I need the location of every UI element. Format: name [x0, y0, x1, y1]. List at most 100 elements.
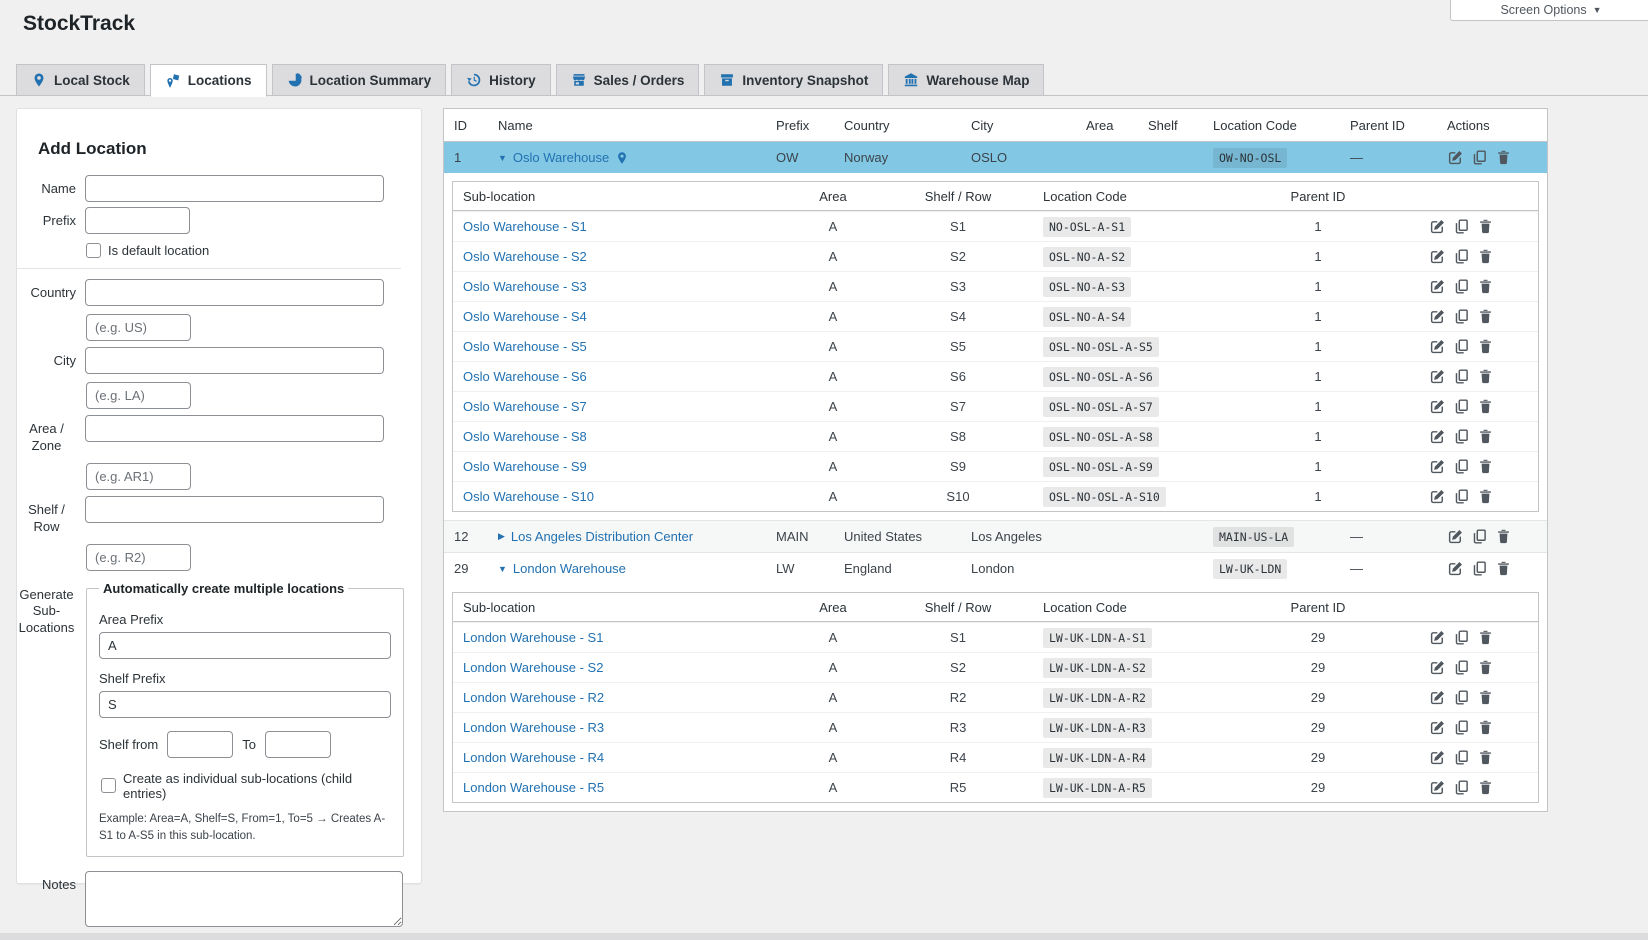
sublocation-name-link[interactable]: London Warehouse - S1 — [463, 630, 603, 645]
trash-icon[interactable] — [1477, 338, 1494, 355]
trash-icon[interactable] — [1477, 308, 1494, 325]
prefix-field[interactable] — [85, 207, 190, 234]
sublocation-name-link[interactable]: Oslo Warehouse - S1 — [463, 219, 587, 234]
trash-icon[interactable] — [1477, 398, 1494, 415]
copy-icon[interactable] — [1453, 659, 1470, 676]
tab-inventory-snapshot[interactable]: Inventory Snapshot — [704, 64, 883, 96]
area-prefix-field[interactable] — [99, 632, 391, 659]
trash-icon[interactable] — [1477, 278, 1494, 295]
copy-icon[interactable] — [1471, 528, 1488, 545]
sublocation-name-link[interactable]: London Warehouse - R2 — [463, 690, 604, 705]
shelf-code-field[interactable] — [86, 544, 191, 571]
screen-options-button[interactable]: Screen Options ▼ — [1450, 0, 1648, 21]
area-zone-field[interactable] — [85, 415, 384, 442]
trash-icon[interactable] — [1477, 659, 1494, 676]
country-code-field[interactable] — [86, 314, 191, 341]
sublocation-name-link[interactable]: London Warehouse - R4 — [463, 750, 604, 765]
location-name-link[interactable]: Oslo Warehouse — [513, 150, 609, 165]
location-name-link[interactable]: London Warehouse — [513, 561, 626, 576]
trash-icon[interactable] — [1495, 560, 1512, 577]
sublocation-name-link[interactable]: Oslo Warehouse - S5 — [463, 339, 587, 354]
copy-icon[interactable] — [1453, 749, 1470, 766]
area-code-field[interactable] — [86, 463, 191, 490]
trash-icon[interactable] — [1477, 488, 1494, 505]
shelf-prefix-field[interactable] — [99, 691, 391, 718]
copy-icon[interactable] — [1453, 779, 1470, 796]
edit-icon[interactable] — [1429, 248, 1446, 265]
copy-icon[interactable] — [1453, 218, 1470, 235]
copy-icon[interactable] — [1453, 458, 1470, 475]
copy-icon[interactable] — [1453, 428, 1470, 445]
expand-caret-icon[interactable]: ▶ — [498, 531, 505, 542]
shelf-row-field[interactable] — [85, 496, 384, 523]
edit-icon[interactable] — [1429, 719, 1446, 736]
trash-icon[interactable] — [1477, 629, 1494, 646]
edit-icon[interactable] — [1429, 398, 1446, 415]
trash-icon[interactable] — [1495, 149, 1512, 166]
tab-locations[interactable]: Locations — [150, 64, 267, 97]
edit-icon[interactable] — [1429, 428, 1446, 445]
copy-icon[interactable] — [1453, 398, 1470, 415]
edit-icon[interactable] — [1429, 488, 1446, 505]
copy-icon[interactable] — [1453, 248, 1470, 265]
tab-sales-orders[interactable]: Sales / Orders — [556, 64, 700, 96]
copy-icon[interactable] — [1453, 278, 1470, 295]
sublocation-name-link[interactable]: Oslo Warehouse - S6 — [463, 369, 587, 384]
edit-icon[interactable] — [1429, 218, 1446, 235]
country-field[interactable] — [85, 279, 384, 306]
is-default-checkbox[interactable] — [86, 243, 101, 258]
edit-icon[interactable] — [1429, 338, 1446, 355]
tab-history[interactable]: History — [451, 64, 551, 96]
copy-icon[interactable] — [1453, 629, 1470, 646]
edit-icon[interactable] — [1429, 278, 1446, 295]
copy-icon[interactable] — [1471, 149, 1488, 166]
name-field[interactable] — [85, 175, 384, 202]
copy-icon[interactable] — [1453, 308, 1470, 325]
sublocation-name-link[interactable]: Oslo Warehouse - S9 — [463, 459, 587, 474]
shelf-from-field[interactable] — [167, 731, 233, 758]
sublocation-name-link[interactable]: Oslo Warehouse - S4 — [463, 309, 587, 324]
copy-icon[interactable] — [1453, 338, 1470, 355]
edit-icon[interactable] — [1429, 308, 1446, 325]
copy-icon[interactable] — [1471, 560, 1488, 577]
edit-icon[interactable] — [1429, 749, 1446, 766]
trash-icon[interactable] — [1477, 218, 1494, 235]
trash-icon[interactable] — [1477, 749, 1494, 766]
sublocation-name-link[interactable]: Oslo Warehouse - S8 — [463, 429, 587, 444]
edit-icon[interactable] — [1429, 368, 1446, 385]
edit-icon[interactable] — [1447, 528, 1464, 545]
sublocation-name-link[interactable]: Oslo Warehouse - S7 — [463, 399, 587, 414]
edit-icon[interactable] — [1429, 629, 1446, 646]
trash-icon[interactable] — [1477, 368, 1494, 385]
notes-field[interactable] — [85, 871, 403, 927]
individual-sublocations-checkbox[interactable] — [101, 778, 116, 793]
copy-icon[interactable] — [1453, 488, 1470, 505]
tab-location-summary[interactable]: Location Summary — [272, 64, 447, 96]
tab-warehouse-map[interactable]: Warehouse Map — [888, 64, 1044, 96]
city-field[interactable] — [85, 347, 384, 374]
shelf-to-field[interactable] — [265, 731, 331, 758]
sublocation-name-link[interactable]: Oslo Warehouse - S2 — [463, 249, 587, 264]
trash-icon[interactable] — [1477, 458, 1494, 475]
edit-icon[interactable] — [1429, 689, 1446, 706]
collapse-caret-icon[interactable]: ▼ — [498, 153, 507, 163]
copy-icon[interactable] — [1453, 368, 1470, 385]
trash-icon[interactable] — [1477, 248, 1494, 265]
city-code-field[interactable] — [86, 382, 191, 409]
edit-icon[interactable] — [1429, 779, 1446, 796]
copy-icon[interactable] — [1453, 719, 1470, 736]
location-name-link[interactable]: Los Angeles Distribution Center — [511, 529, 693, 544]
trash-icon[interactable] — [1477, 779, 1494, 796]
sublocation-name-link[interactable]: London Warehouse - R3 — [463, 720, 604, 735]
edit-icon[interactable] — [1429, 458, 1446, 475]
sublocation-name-link[interactable]: Oslo Warehouse - S3 — [463, 279, 587, 294]
trash-icon[interactable] — [1495, 528, 1512, 545]
edit-icon[interactable] — [1447, 560, 1464, 577]
sublocation-name-link[interactable]: London Warehouse - R5 — [463, 780, 604, 795]
sublocation-name-link[interactable]: Oslo Warehouse - S10 — [463, 489, 594, 504]
sublocation-name-link[interactable]: London Warehouse - S2 — [463, 660, 603, 675]
trash-icon[interactable] — [1477, 428, 1494, 445]
edit-icon[interactable] — [1429, 659, 1446, 676]
collapse-caret-icon[interactable]: ▼ — [498, 564, 507, 574]
trash-icon[interactable] — [1477, 719, 1494, 736]
